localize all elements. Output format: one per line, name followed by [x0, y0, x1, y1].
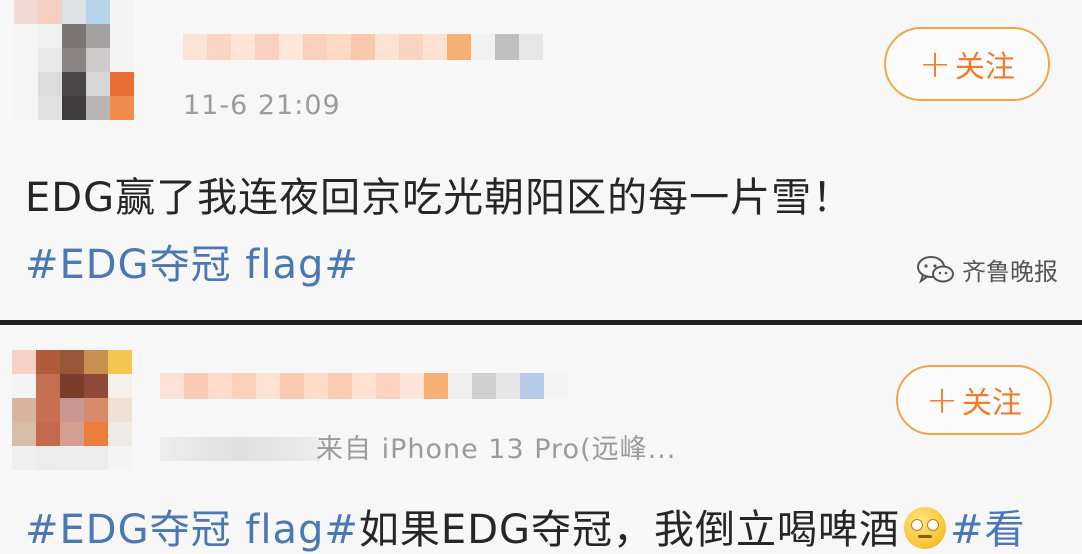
plus-icon: +	[919, 42, 951, 86]
source-blurred	[160, 437, 320, 461]
watermark: 齐鲁晚报	[916, 252, 1058, 287]
wechat-icon	[917, 255, 954, 284]
avatar[interactable]	[14, 0, 134, 120]
post-card-2: 来自 iPhone 13 Pro(远峰... + 关注 #EDG夺冠 flag#…	[0, 325, 1082, 554]
rolling-eyes-emoji-icon	[904, 507, 946, 549]
post-card-1: 11-6 21:09 + 关注 EDG赢了我连夜回京吃光朝阳区的每一片雪！ #E…	[0, 0, 1082, 320]
topic-link[interactable]: #EDG夺冠 flag#	[25, 507, 359, 553]
plus-icon: +	[926, 378, 958, 422]
follow-label: 关注	[961, 386, 1022, 421]
nickname-blurred[interactable]	[183, 34, 543, 60]
follow-button[interactable]: + 关注	[884, 27, 1050, 101]
post-source: 来自 iPhone 13 Pro(远峰...	[160, 427, 676, 466]
post-text: #EDG夺冠 flag#如果EDG夺冠，我倒立喝啤酒 #看	[25, 507, 1026, 553]
post-text: EDG赢了我连夜回京吃光朝阳区的每一片雪！	[25, 175, 854, 221]
follow-button[interactable]: + 关注	[896, 365, 1052, 435]
nickname-blurred[interactable]	[160, 373, 568, 399]
topic-link[interactable]: #EDG夺冠 flag#	[25, 232, 359, 290]
topic-link-truncated[interactable]: #看	[950, 507, 1026, 553]
watermark-text: 齐鲁晚报	[962, 258, 1058, 286]
follow-label: 关注	[954, 50, 1015, 85]
post-time: 11-6 21:09	[183, 90, 341, 121]
avatar[interactable]	[12, 350, 132, 470]
